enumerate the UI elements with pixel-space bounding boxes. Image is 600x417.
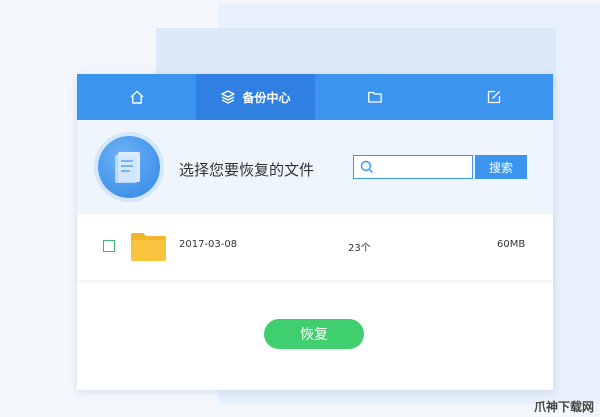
file-size: 60MB [497, 239, 526, 250]
page-title: 选择您要恢复的文件 [179, 161, 315, 179]
search-icon [360, 160, 373, 173]
search-button[interactable]: 搜索 [475, 155, 527, 179]
tab-backup-center-label: 备份中心 [242, 90, 291, 105]
file-checkbox[interactable] [103, 240, 115, 252]
watermark-logo: 爪神下载网 [533, 400, 594, 414]
layers-icon [221, 90, 236, 104]
edit-icon [487, 90, 500, 104]
tab-edit[interactable] [434, 74, 553, 120]
search-input[interactable] [378, 158, 472, 178]
tab-home[interactable] [77, 74, 196, 120]
folder-icon [131, 233, 166, 261]
tab-bar: 备份中心 [77, 74, 553, 120]
tab-backup-center[interactable]: 备份中心 [196, 74, 315, 120]
file-row[interactable]: 2017-03-08 23个 60MB [77, 214, 553, 280]
header-area: 选择您要恢复的文件 搜索 [77, 120, 553, 214]
file-count: 23个 [348, 243, 371, 254]
backup-window: 备份中心 选择您要恢复的文件 搜索 2017-03-08 23个 60MB 恢复 [77, 74, 553, 390]
tab-folder[interactable] [315, 74, 434, 120]
file-date: 2017-03-08 [179, 239, 238, 250]
document-badge [98, 136, 160, 198]
search-box[interactable] [353, 155, 473, 179]
restore-button[interactable]: 恢复 [264, 319, 364, 349]
folder-outline-icon [367, 91, 382, 103]
home-icon [130, 90, 143, 104]
document-icon [115, 152, 140, 183]
